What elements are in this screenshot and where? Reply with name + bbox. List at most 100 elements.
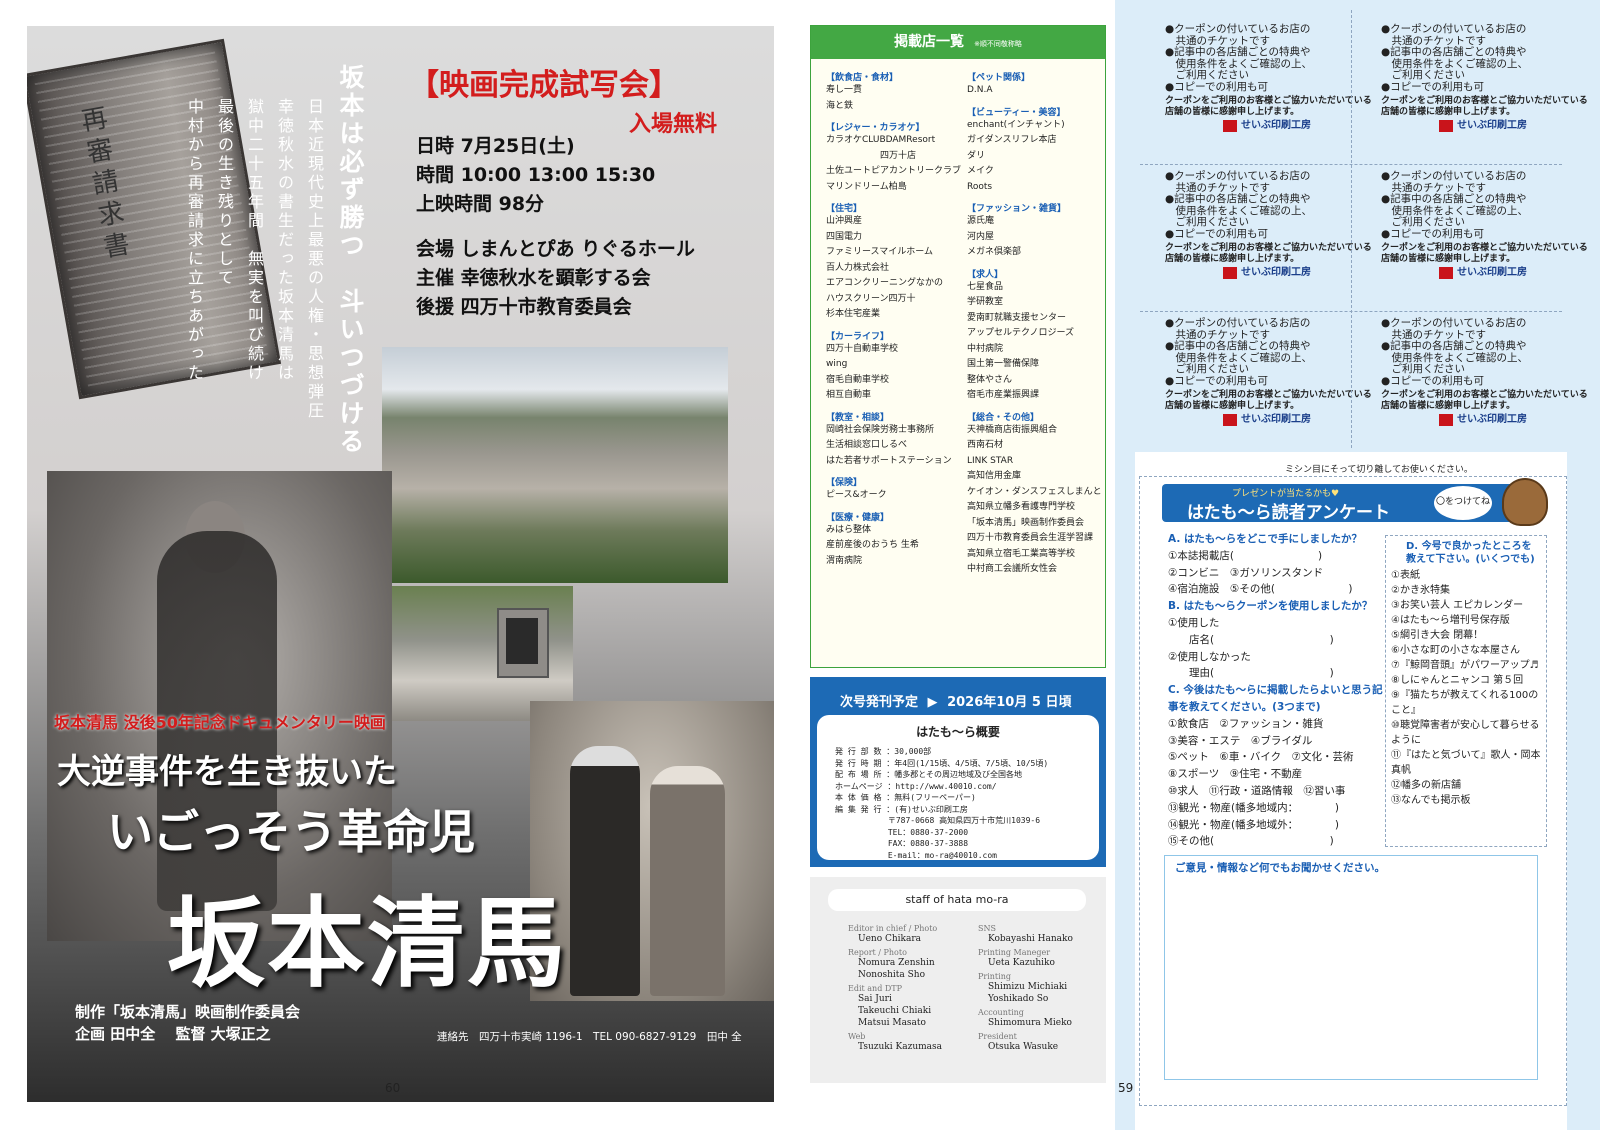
survey-option[interactable]: ⑬観光・物産(幡多地域内： ) [1168,800,1398,817]
survey-option[interactable]: ①本誌掲載店( ) [1168,548,1398,565]
overview-row: TEL：0880-37-2000 [835,827,969,837]
survey-option[interactable]: ⑪『はたと気づいて』歌人・岡本真帆 [1391,748,1546,778]
survey-option[interactable]: 理由( ) [1168,665,1398,682]
staff-name: Kobayashi Hanako [988,934,1073,944]
shop-name: 四万十店 [826,150,917,161]
shop-name: 寿し一貫 [826,85,863,95]
shop-name: ピース&オーク [826,490,887,500]
shop-category: 【ビューティー・美容】 [967,107,1066,118]
survey-option[interactable]: ⑫幡多の新店舗 [1391,778,1546,793]
question-b: B. はたも～らクーポンを使用しましたか？ [1168,600,1373,613]
shop-category: 【求人】 [967,269,1004,280]
survey-title: はたも～ら読者アンケート [1187,503,1390,523]
survey-option[interactable]: ③お笑い芸人 エピカレンダー [1391,598,1546,613]
catch-line-2: いごっそう革命児 [107,805,475,859]
coupon-text-line: ご利用ください [1165,216,1249,228]
coupon-logo-text: せいぶ印刷工房 [1457,267,1527,279]
intro-line: 最後の生き残りとして [215,98,234,288]
coupon-text-line: ご利用ください [1381,216,1465,228]
reader-survey[interactable]: プレゼントが当たるかも♥ はたも～ら読者アンケート 〇をつけてね A. はたも～… [1139,476,1567,1106]
staff-name: Shimomura Mieko [988,1018,1072,1028]
survey-option[interactable]: ⑧しにゃんとニャンコ 第５回 [1391,673,1546,688]
coupon-thanks: クーポンをご利用のお客様とご協力いただいている店舗の皆様に感謝申し上げます。 [1165,390,1372,411]
coupon-ticket[interactable]: ●クーポンの付いているお店の 共通のチケットです ●記事中の各店舗ごとの特典や 使… [1165,23,1377,170]
survey-option[interactable]: ⑬なんでも掲示板 [1391,793,1546,808]
shop-name: 源氏庵 [967,216,995,226]
documentary-subtitle: 坂本清馬 没後50年記念ドキュメンタリー映画 [54,713,386,732]
survey-bubble: 〇をつけてね [1434,486,1492,520]
staff-name: Ueta Kazuhiko [988,958,1055,968]
staff-name: Otsuka Wasuke [988,1042,1059,1052]
shop-name: 西南石材 [967,440,1004,450]
coupon-text-line: ●記事中の各店舗ごとの特典や [1165,340,1311,352]
survey-option[interactable]: ②コンビニ ③ガソリンスタンド [1168,565,1398,582]
intro-line: 獄中二十五年間 無実を叫び続け [245,98,264,383]
shop-name: 四万十自動車学校 [826,343,899,354]
cut-note: ミシン目にそって切り離してお使いください。 [1285,465,1473,475]
coupon-logo-text: せいぶ印刷工房 [1241,267,1311,279]
staff-role: Printing [978,972,1011,981]
coupon-logo: せいぶ印刷工房 [1223,120,1377,133]
survey-option[interactable]: ①使用した [1168,615,1398,632]
staff-panel: staff of hata mo-ra Editor in chief / Ph… [810,877,1106,1083]
comment-box[interactable]: ご意見・情報など何でもお聞かせください。 [1164,855,1538,1080]
staff-role: Edit and DTP [848,984,902,993]
survey-option[interactable]: ⑦『鯨岡音頭』がパワーアップ♬ [1391,658,1546,673]
survey-option[interactable]: ②使用しなかった [1168,649,1398,666]
coupon-ticket[interactable]: ●クーポンの付いているお店の 共通のチケットです ●記事中の各店舗ごとの特典や 使… [1381,317,1593,464]
question-b-options[interactable]: ①使用した 店名( ) ②使用しなかった 理由( ) [1168,615,1398,682]
shop-name: エアコンクリーニングなかの [826,278,944,288]
coupon-text-line: ●コピーでの利用も可 [1381,227,1485,240]
coupon-text-line: ●コピーでの利用も可 [1165,374,1269,387]
printing-logo-icon [1223,414,1237,426]
coupon-ticket[interactable]: ●クーポンの付いているお店の 共通のチケットです ●記事中の各店舗ごとの特典や 使… [1381,23,1593,170]
coupon-logo-text: せいぶ印刷工房 [1457,120,1527,132]
coupon-ticket[interactable]: ●クーポンの付いているお店の 共通のチケットです ●記事中の各店舗ごとの特典や 使… [1165,170,1377,317]
shop-name: 河内屋 [967,231,995,242]
staff-role: Printing Maneger [978,948,1051,957]
survey-option[interactable]: ①表紙 [1391,568,1546,583]
intro-line: 日本近現代史上最悪の人権・思想弾圧 [305,98,324,421]
coupon-text-line: ●記事中の各店舗ごとの特典や [1381,193,1527,205]
staff-name: Matsui Masato [858,1018,926,1028]
staff-role: SNS [978,924,996,933]
printing-logo-icon [1439,267,1453,279]
shop-name: メガネ倶楽部 [967,247,1022,257]
survey-option[interactable]: ④宿泊施設 ⑤その他( ) [1168,581,1398,598]
survey-option[interactable]: ⑤綱引き大会 閉幕！ [1391,628,1546,643]
coupon-ticket[interactable]: ●クーポンの付いているお店の 共通のチケットです ●記事中の各店舗ごとの特典や 使… [1165,317,1377,464]
shop-category: 【レジャー・カラオケ】 [826,123,925,133]
survey-option[interactable]: ⑥小さな町の小さな本屋さん [1391,643,1546,658]
coupon-text-line: ●クーポンの付いているお店の [1165,170,1311,182]
question-a-options[interactable]: ①本誌掲載店( ) ②コンビニ ③ガソリンスタンド ④宿泊施設 ⑤その他( ) [1168,548,1398,598]
coupon-thanks: クーポンをご利用のお客様とご協力いただいている店舗の皆様に感謝申し上げます。 [1381,96,1588,117]
survey-option[interactable]: ⑧スポーツ ⑨住宅・不動産 [1168,766,1398,783]
survey-option[interactable]: ⑨『猫たちが教えてくれる100のこと』 [1391,688,1546,718]
shop-name: 百人力株式会社 [826,262,890,273]
question-d-options[interactable]: ①表紙 ②かき氷特集 ③お笑い芸人 エピカレンダー ④はたも～ら増刊号保存版 ⑤綱引き大… [1386,568,1546,808]
survey-option[interactable]: ③美容・エステ ④ブライダル [1168,733,1398,750]
survey-option[interactable]: ⑩聴覚障害者が安心して暮らせるように [1391,718,1546,748]
overview-row: 本 体 価 格 ：無料(フリーペーパー) [835,793,976,802]
survey-option[interactable]: ⑮その他( ) [1168,833,1398,850]
question-c-options[interactable]: ①飲食店 ②ファッション・雑貨 ③美容・エステ ④ブライダル ⑤ペット ⑥車・バイク… [1168,716,1398,850]
survey-option[interactable]: 店名( ) [1168,632,1398,649]
survey-option[interactable]: ⑤ペット ⑥車・バイク ⑦文化・芸術 [1168,749,1398,766]
staff-name: Nonoshita Sho [858,970,926,980]
shop-name: 四国電力 [826,231,863,242]
survey-option[interactable]: ④はたも～ら増刊号保存版 [1391,613,1546,628]
survey-option[interactable]: ①飲食店 ②ファッション・雑貨 [1168,716,1398,733]
survey-option[interactable]: ⑭観光・物産(幡多地域外： ) [1168,817,1398,834]
shop-name: はた若者サポートステーション [826,455,952,466]
question-a: A. はたも～らをどこで手にしましたか？ [1168,533,1362,545]
coupon-ticket[interactable]: ●クーポンの付いているお店の 共通のチケットです ●記事中の各店舗ごとの特典や 使… [1381,170,1593,317]
shop-name: enchant(インチャント) [967,119,1065,130]
shop-name: メイク [967,166,994,176]
survey-option[interactable]: ⑩求人 ⑪行政・道路情報 ⑫習い事 [1168,783,1398,800]
staff-name: Ueno Chikara [858,934,922,944]
survey-option[interactable]: ②かき氷特集 [1391,583,1546,598]
shop-name: 山沖興産 [826,216,863,226]
event-title: 【映画完成試写会】 [409,68,679,103]
coupon-divider [1351,10,1352,448]
page-number-left: 60 [385,1081,401,1095]
